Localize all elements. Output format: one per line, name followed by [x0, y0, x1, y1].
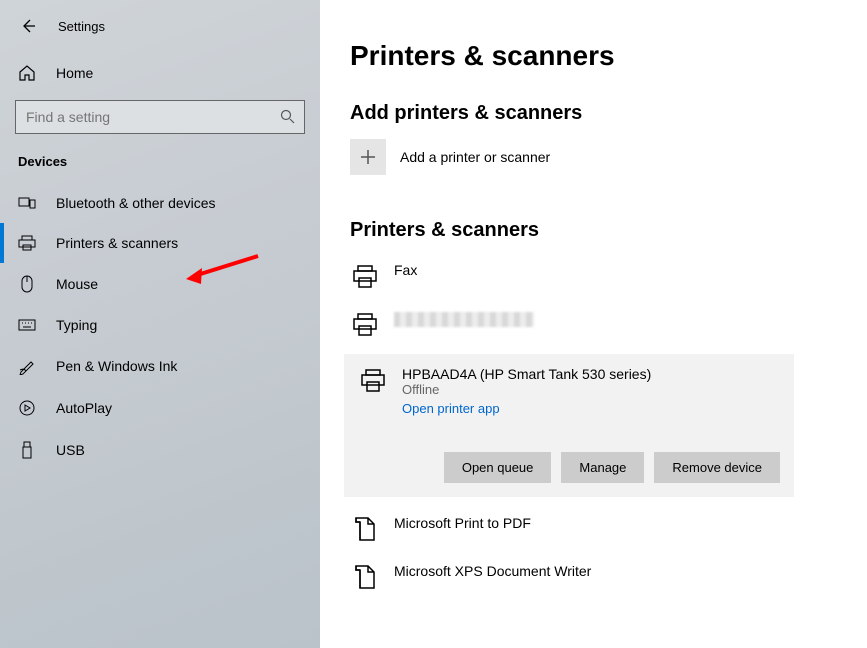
device-name: Fax [394, 262, 417, 278]
device-name: HPBAAD4A (HP Smart Tank 530 series) [402, 366, 651, 382]
usb-icon [21, 441, 33, 459]
nav-pen[interactable]: Pen & Windows Ink [0, 345, 320, 387]
nav-label: Mouse [56, 276, 98, 292]
autoplay-icon [18, 399, 36, 417]
add-section-title: Add printers & scanners [350, 102, 867, 125]
nav-label: Printers & scanners [56, 235, 178, 251]
device-redacted[interactable] [350, 302, 867, 350]
sidebar: Settings Home Devices Bluetooth & other … [0, 0, 320, 648]
mouse-icon [20, 275, 34, 293]
add-printer-button[interactable]: Add a printer or scanner [350, 139, 867, 175]
nav-autoplay[interactable]: AutoPlay [0, 387, 320, 429]
pen-icon [18, 357, 36, 375]
nav-label: Pen & Windows Ink [56, 358, 177, 374]
nav-label: USB [56, 442, 85, 458]
add-label: Add a printer or scanner [400, 149, 550, 165]
section-header: Devices [0, 154, 320, 183]
list-title: Printers & scanners [350, 219, 867, 242]
device-name: Microsoft XPS Document Writer [394, 563, 591, 579]
nav-home[interactable]: Home [0, 54, 320, 100]
arrow-left-icon [20, 18, 36, 34]
home-icon [18, 64, 36, 82]
nav-bluetooth[interactable]: Bluetooth & other devices [0, 183, 320, 223]
nav-usb[interactable]: USB [0, 429, 320, 471]
document-icon [352, 516, 378, 544]
redacted-name [394, 312, 534, 327]
open-queue-button[interactable]: Open queue [444, 452, 552, 483]
nav-label: Bluetooth & other devices [56, 195, 216, 211]
device-mspdf[interactable]: Microsoft Print to PDF [350, 507, 867, 555]
printer-icon [359, 367, 387, 395]
document-icon [352, 564, 378, 592]
page-title: Printers & scanners [350, 40, 867, 72]
plus-tile [350, 139, 386, 175]
remove-device-button[interactable]: Remove device [654, 452, 780, 483]
printer-icon [351, 311, 379, 339]
device-msxps[interactable]: Microsoft XPS Document Writer [350, 555, 867, 603]
app-title: Settings [58, 19, 105, 34]
keyboard-icon [18, 319, 36, 331]
main-content: Printers & scanners Add printers & scann… [320, 0, 867, 648]
search-input[interactable] [15, 100, 305, 134]
nav-label: Typing [56, 317, 97, 333]
nav-label: AutoPlay [56, 400, 112, 416]
nav-typing[interactable]: Typing [0, 305, 320, 345]
nav-printers[interactable]: Printers & scanners [0, 223, 320, 263]
home-label: Home [56, 65, 93, 81]
device-status: Offline [402, 382, 651, 397]
back-button[interactable] [18, 16, 38, 36]
nav-mouse[interactable]: Mouse [0, 263, 320, 305]
search-icon [280, 109, 295, 124]
open-printer-app-link[interactable]: Open printer app [402, 401, 500, 416]
printer-icon [351, 263, 379, 291]
manage-button[interactable]: Manage [561, 452, 644, 483]
device-fax[interactable]: Fax [350, 254, 867, 302]
device-name: Microsoft Print to PDF [394, 515, 531, 531]
printer-icon [18, 235, 36, 251]
device-selected[interactable]: HPBAAD4A (HP Smart Tank 530 series) Offl… [344, 354, 794, 497]
devices-icon [18, 196, 36, 210]
search-box [15, 100, 305, 134]
plus-icon [359, 148, 377, 166]
